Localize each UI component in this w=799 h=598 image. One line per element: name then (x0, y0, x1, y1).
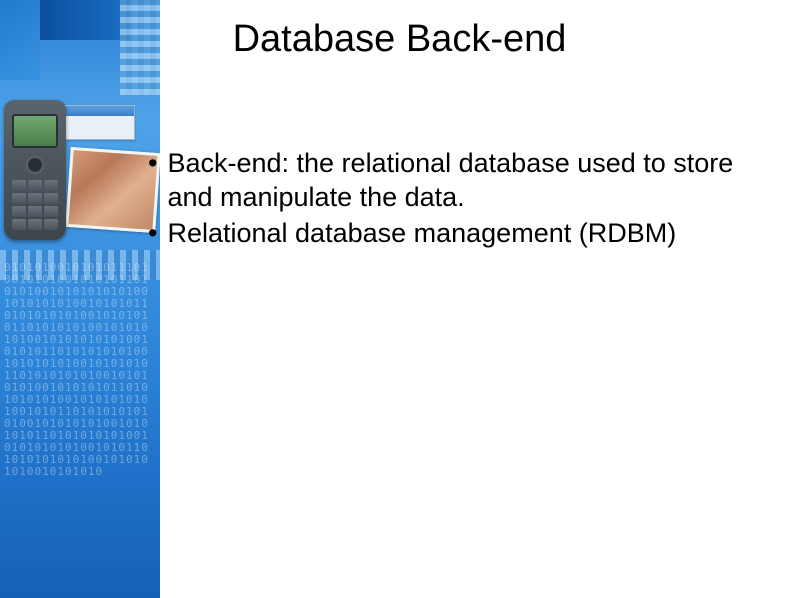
bullet-marker: • (148, 216, 157, 250)
bullet-item: • Back-end: the relational database used… (148, 146, 768, 214)
bullet-list: • Back-end: the relational database used… (148, 146, 768, 252)
slide-content: Database Back-end • Back-end: the relati… (0, 0, 799, 598)
bullet-text: Relational database management (RDBM) (167, 216, 676, 250)
slide-title: Database Back-end (0, 18, 799, 61)
bullet-marker: • (148, 146, 157, 180)
bullet-item: • Relational database management (RDBM) (148, 216, 768, 250)
bullet-text: Back-end: the relational database used t… (167, 146, 768, 214)
